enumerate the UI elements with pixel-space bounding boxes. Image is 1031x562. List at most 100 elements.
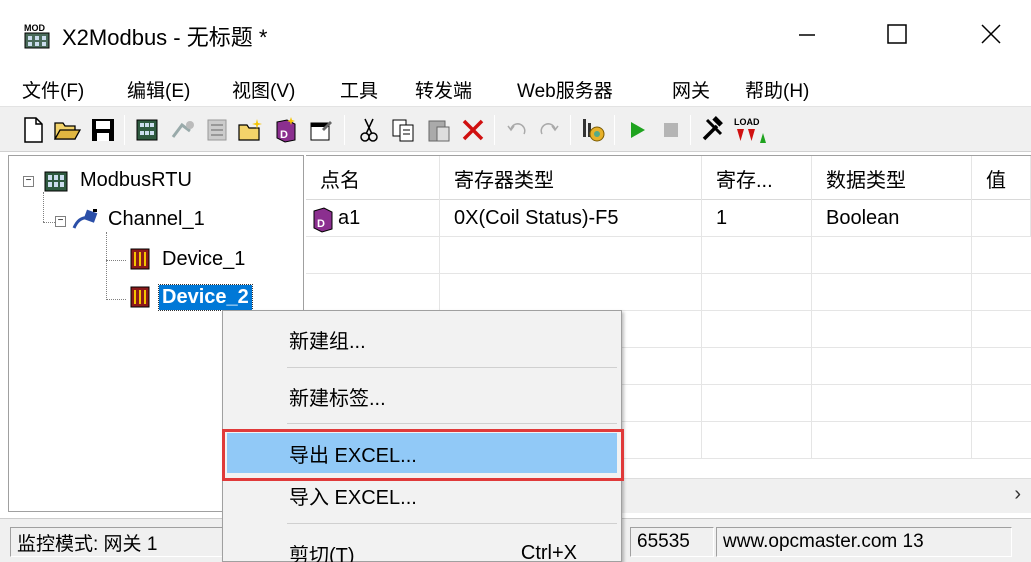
add-channel-icon [136, 119, 158, 141]
status-mode: 监控模式: 网关 1 [10, 527, 226, 557]
tree-label-device-2-selected: Device_2 [158, 283, 253, 311]
svg-text:D: D [280, 129, 288, 141]
properties-button[interactable] [306, 115, 336, 145]
tree-node-device-2[interactable]: Device_2 [127, 283, 253, 311]
add-channel-button[interactable] [132, 115, 162, 145]
cell-register-type: 0X(Coil Status)-F5 [440, 200, 702, 237]
stop-icon [664, 123, 678, 137]
tree-label-root: ModbusRTU [80, 169, 192, 191]
delete-button[interactable] [458, 115, 488, 145]
cell-value [972, 200, 1031, 237]
add-device-icon [171, 121, 194, 138]
cut-button[interactable] [354, 115, 384, 145]
status-website: www.opcmaster.com 13 [716, 527, 1012, 557]
cell-register: 1 [702, 200, 812, 237]
new-group-icon [238, 119, 262, 141]
svg-text:MOD: MOD [24, 23, 45, 33]
cut-icon [360, 118, 378, 142]
menu-edit[interactable]: 编辑(E) [127, 76, 190, 103]
save-button[interactable] [88, 115, 118, 145]
menu-bar: 文件(F) 编辑(E) 视图(V) 工具 转发端 Web服务器 网关 帮助(H) [0, 68, 1031, 106]
properties-icon [310, 121, 332, 141]
menu-tools[interactable]: 工具 [340, 76, 378, 103]
monitor-icon [583, 119, 605, 142]
redo-icon [540, 123, 559, 135]
device-list-icon [207, 119, 227, 141]
add-tag-button[interactable]: D [270, 115, 300, 145]
menu-item-label: 新建组... [289, 330, 366, 353]
undo-icon [507, 123, 526, 135]
column-header-register-type[interactable]: 寄存器类型 [440, 156, 702, 200]
run-icon [631, 122, 645, 138]
menu-view[interactable]: 视图(V) [232, 76, 295, 103]
menu-item-label: 剪切(T) [289, 544, 355, 562]
menu-file[interactable]: 文件(F) [22, 76, 84, 103]
scroll-right-icon[interactable]: › [1014, 483, 1021, 506]
load-icon: LOAD [734, 117, 766, 143]
modbus-root-icon [44, 171, 68, 191]
collapse-root-icon[interactable]: − [23, 176, 34, 187]
open-icon [53, 122, 81, 140]
minimize-icon [799, 34, 815, 36]
new-icon [24, 117, 43, 143]
collapse-channel-icon[interactable]: − [55, 216, 66, 227]
device-list-button[interactable] [202, 115, 232, 145]
new-group-button[interactable] [236, 115, 266, 145]
column-header-register[interactable]: 寄存... [702, 156, 812, 200]
toolbar: D LOAD [0, 106, 1031, 152]
tools-icon [702, 116, 723, 141]
new-button[interactable] [18, 115, 48, 145]
paste-icon [428, 120, 450, 142]
redo-button[interactable] [534, 115, 564, 145]
add-tag-icon: D [276, 117, 296, 143]
menu-item-cut[interactable]: 剪切(T) Ctrl+X [227, 533, 617, 562]
close-icon [981, 24, 1001, 44]
paste-button[interactable] [424, 115, 454, 145]
add-device-button[interactable] [168, 115, 198, 145]
svg-text:D: D [317, 218, 325, 230]
menu-item-label: 新建标签... [289, 387, 386, 410]
close-button[interactable] [966, 14, 1016, 54]
tag-icon: D [313, 206, 333, 233]
menu-item-import-excel[interactable]: 导入 EXCEL... [227, 475, 617, 515]
tree-label-channel: Channel_1 [108, 207, 205, 230]
menu-item-label: 导入 EXCEL... [289, 486, 417, 509]
table-row[interactable]: D a1 0X(Coil Status)-F5 1 Boolean [306, 200, 1031, 237]
status-port: 65535 [630, 527, 714, 557]
load-button[interactable]: LOAD [732, 115, 766, 145]
column-header-value[interactable]: 值 [972, 156, 1031, 200]
menu-gateway[interactable]: 网关 [672, 76, 710, 103]
copy-icon [392, 119, 414, 142]
window-title: X2Modbus - 无标题 * [62, 25, 268, 50]
menu-item-shortcut: Ctrl+X [520, 541, 577, 562]
column-header-data-type[interactable]: 数据类型 [812, 156, 972, 200]
highlight-annotation-box [222, 429, 624, 481]
menu-help[interactable]: 帮助(H) [745, 76, 809, 103]
menu-item-new-group[interactable]: 新建组... [227, 319, 617, 359]
tree-node-channel[interactable]: Channel_1 [71, 206, 208, 232]
svg-text:LOAD: LOAD [734, 117, 760, 127]
minimize-button[interactable] [782, 14, 832, 54]
cell-name-text: a1 [338, 207, 361, 229]
cell-data-type: Boolean [812, 200, 972, 237]
table-row-empty [306, 237, 1031, 274]
save-icon [92, 119, 114, 141]
run-button[interactable] [622, 115, 652, 145]
stop-button[interactable] [656, 115, 686, 145]
table-header: 点名 寄存器类型 寄存... 数据类型 值 [306, 156, 1031, 200]
open-button[interactable] [52, 115, 82, 145]
menu-item-new-tag[interactable]: 新建标签... [227, 376, 617, 416]
monitor-button[interactable] [578, 115, 608, 145]
cell-name: D a1 [306, 200, 440, 237]
title-bar: MOD X2Modbus - 无标题 * [0, 0, 1031, 68]
menu-webserver[interactable]: Web服务器 [517, 76, 613, 103]
maximize-button[interactable] [872, 14, 922, 54]
column-header-name[interactable]: 点名 [306, 156, 440, 200]
tree-node-device-1[interactable]: Device_1 [127, 246, 248, 272]
undo-button[interactable] [502, 115, 532, 145]
channel-icon [72, 209, 98, 229]
tools-button[interactable] [698, 115, 728, 145]
copy-button[interactable] [388, 115, 418, 145]
menu-forward[interactable]: 转发端 [415, 76, 472, 103]
tree-node-modbusrtu[interactable]: ModbusRTU [43, 168, 195, 193]
